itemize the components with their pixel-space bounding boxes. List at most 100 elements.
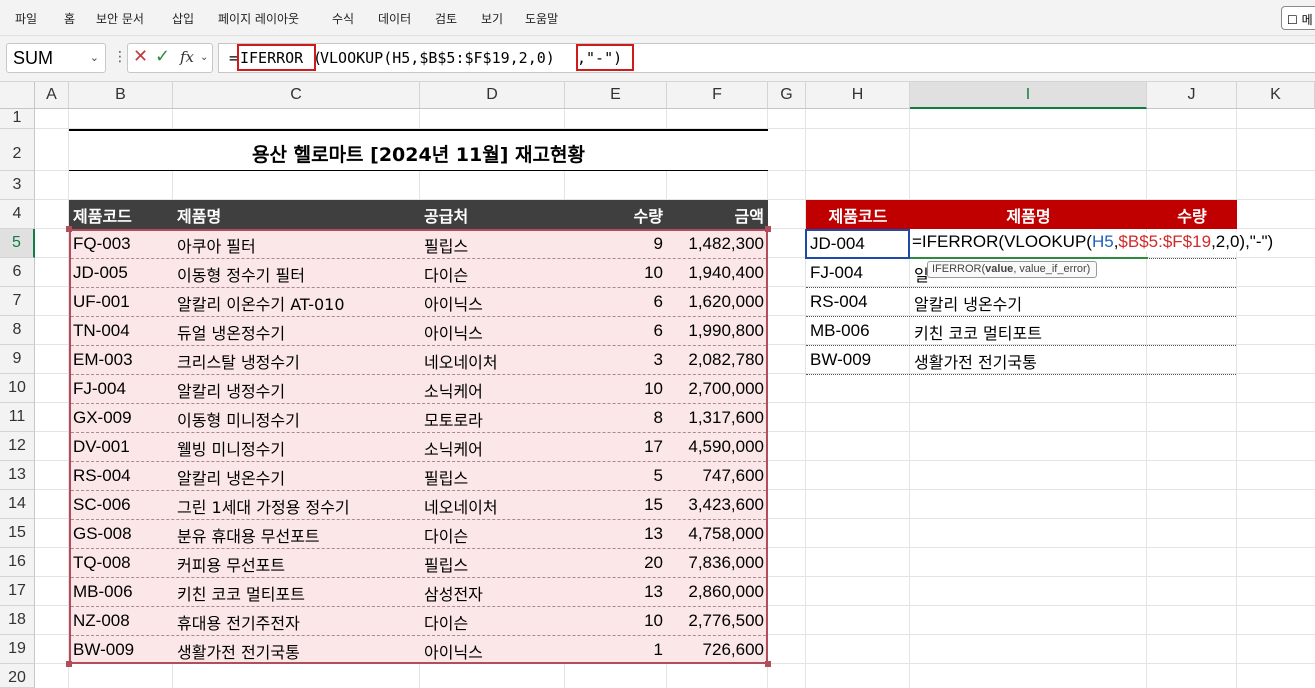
cell-product-code[interactable]: BW-009 — [69, 635, 173, 664]
row-header-8[interactable]: 8 — [0, 316, 35, 345]
cell-amount[interactable]: 1,620,000 — [667, 287, 768, 316]
cell-supplier[interactable]: 다이슨 — [420, 519, 565, 548]
cell-quantity[interactable]: 5 — [565, 461, 667, 490]
cell-amount[interactable]: 4,590,000 — [667, 432, 768, 461]
cell-product-name[interactable]: 아쿠아 필터 — [173, 229, 420, 258]
row-header-2[interactable]: 2 — [0, 129, 35, 171]
cell-supplier[interactable]: 네오네이처 — [420, 345, 565, 374]
row-header-5[interactable]: 5 — [0, 229, 35, 258]
cell-product-name[interactable]: 분유 휴대용 무선포트 — [173, 519, 420, 548]
row-header-11[interactable]: 11 — [0, 403, 35, 432]
lookup-header-code[interactable]: 제품코드 — [806, 200, 910, 229]
insert-function-icon[interactable]: fx — [180, 48, 194, 66]
chevron-down-icon[interactable]: ⌄ — [90, 51, 99, 64]
cell-product-name[interactable]: 크리스탈 냉정수기 — [173, 345, 420, 374]
cell-supplier[interactable]: 다이슨 — [420, 606, 565, 635]
cell-amount[interactable]: 3,423,600 — [667, 490, 768, 519]
cell-supplier[interactable]: 필립스 — [420, 229, 565, 258]
more-options-icon[interactable]: ⋮ — [113, 49, 127, 65]
menu-insert[interactable]: 삽입 — [172, 10, 194, 27]
column-header-f[interactable]: F — [667, 82, 768, 109]
lookup-cell-code[interactable]: FJ-004 — [806, 258, 910, 287]
cell-amount[interactable]: 1,990,800 — [667, 316, 768, 345]
cell-product-name[interactable]: 알칼리 냉온수기 — [173, 461, 420, 490]
cell-supplier[interactable]: 삼성전자 — [420, 577, 565, 606]
row-header-3[interactable]: 3 — [0, 171, 35, 200]
cell-product-code[interactable]: JD-005 — [69, 258, 173, 287]
row-header-9[interactable]: 9 — [0, 345, 35, 374]
cell-amount[interactable]: 2,082,780 — [667, 345, 768, 374]
cell-supplier[interactable]: 모토로라 — [420, 403, 565, 432]
cell-quantity[interactable]: 17 — [565, 432, 667, 461]
row-header-7[interactable]: 7 — [0, 287, 35, 316]
cell-product-name[interactable]: 듀얼 냉온정수기 — [173, 316, 420, 345]
cell-amount[interactable]: 7,836,000 — [667, 548, 768, 577]
cell-product-name[interactable]: 웰빙 미니정수기 — [173, 432, 420, 461]
cell-quantity[interactable]: 10 — [565, 258, 667, 287]
header-product-name[interactable]: 제품명 — [173, 200, 420, 229]
cell-product-code[interactable]: FQ-003 — [69, 229, 173, 258]
cell-amount[interactable]: 747,600 — [667, 461, 768, 490]
column-header-b[interactable]: B — [69, 82, 173, 109]
cell-product-name[interactable]: 생활가전 전기국통 — [173, 635, 420, 664]
column-header-a[interactable]: A — [35, 82, 69, 109]
row-header-6[interactable]: 6 — [0, 258, 35, 287]
cell-product-code[interactable]: MB-006 — [69, 577, 173, 606]
lookup-cell-code[interactable]: BW-009 — [806, 345, 910, 374]
cell-product-code[interactable]: TQ-008 — [69, 548, 173, 577]
menu-page-layout[interactable]: 페이지 레이아웃 — [218, 10, 299, 27]
menu-review[interactable]: 검토 — [435, 10, 457, 27]
cell-supplier[interactable]: 소닉케어 — [420, 374, 565, 403]
cell-amount[interactable]: 1,317,600 — [667, 403, 768, 432]
lookup-cell-code[interactable]: RS-004 — [806, 287, 910, 316]
cell-amount[interactable]: 2,776,500 — [667, 606, 768, 635]
in-cell-formula[interactable]: =IFERROR(VLOOKUP(H5,$B$5:$F$19,2,0),"-") — [912, 232, 1278, 252]
cell-product-code[interactable]: FJ-004 — [69, 374, 173, 403]
cell-supplier[interactable]: 아이닉스 — [420, 635, 565, 664]
cell-product-name[interactable]: 키친 코코 멀티포트 — [173, 577, 420, 606]
cell-product-name[interactable]: 이동형 정수기 필터 — [173, 258, 420, 287]
check-icon[interactable]: ✓ — [155, 46, 170, 67]
cell-product-name[interactable]: 알칼리 이온수기 AT-010 — [173, 287, 420, 316]
row-header-13[interactable]: 13 — [0, 461, 35, 490]
cell-supplier[interactable]: 다이슨 — [420, 258, 565, 287]
menu-home[interactable]: 홈 — [64, 10, 75, 27]
cancel-icon[interactable]: ✕ — [133, 46, 148, 67]
row-header-10[interactable]: 10 — [0, 374, 35, 403]
cell-product-code[interactable]: UF-001 — [69, 287, 173, 316]
cell-supplier[interactable]: 아이닉스 — [420, 287, 565, 316]
cell-quantity[interactable]: 20 — [565, 548, 667, 577]
header-supplier[interactable]: 공급처 — [420, 200, 565, 229]
menu-formulas[interactable]: 수식 — [332, 10, 354, 27]
menu-view[interactable]: 보기 — [481, 10, 503, 27]
cell-quantity[interactable]: 8 — [565, 403, 667, 432]
column-header-g[interactable]: G — [768, 82, 806, 109]
cell-amount[interactable]: 2,700,000 — [667, 374, 768, 403]
cell-amount[interactable]: 726,600 — [667, 635, 768, 664]
cell-amount[interactable]: 2,860,000 — [667, 577, 768, 606]
row-header-14[interactable]: 14 — [0, 490, 35, 519]
menu-help[interactable]: 도움말 — [525, 10, 558, 27]
cell-product-code[interactable]: GS-008 — [69, 519, 173, 548]
cell-supplier[interactable]: 네오네이처 — [420, 490, 565, 519]
lookup-header-name[interactable]: 제품명 — [910, 200, 1147, 229]
row-header-4[interactable]: 4 — [0, 200, 35, 229]
cell-supplier[interactable]: 필립스 — [420, 461, 565, 490]
cell-supplier[interactable]: 아이닉스 — [420, 316, 565, 345]
row-header-20[interactable]: 20 — [0, 664, 35, 688]
cell-product-name[interactable]: 알칼리 냉정수기 — [173, 374, 420, 403]
row-header-1[interactable]: 1 — [0, 109, 35, 129]
tooltip-arg-rest[interactable]: , value_if_error) — [1013, 263, 1090, 275]
cell-product-code[interactable]: DV-001 — [69, 432, 173, 461]
row-header-16[interactable]: 16 — [0, 548, 35, 577]
row-header-12[interactable]: 12 — [0, 432, 35, 461]
cell-product-code[interactable]: SC-006 — [69, 490, 173, 519]
name-box[interactable]: SUM ⌄ — [6, 43, 106, 73]
lookup-cell-name[interactable]: 키친 코코 멀티포트 — [910, 316, 1147, 345]
chevron-down-icon[interactable]: ⌄ — [200, 52, 208, 63]
cell-quantity[interactable]: 3 — [565, 345, 667, 374]
cell-quantity[interactable]: 15 — [565, 490, 667, 519]
cell-product-code[interactable]: TN-004 — [69, 316, 173, 345]
column-header-c[interactable]: C — [173, 82, 420, 109]
row-header-15[interactable]: 15 — [0, 519, 35, 548]
